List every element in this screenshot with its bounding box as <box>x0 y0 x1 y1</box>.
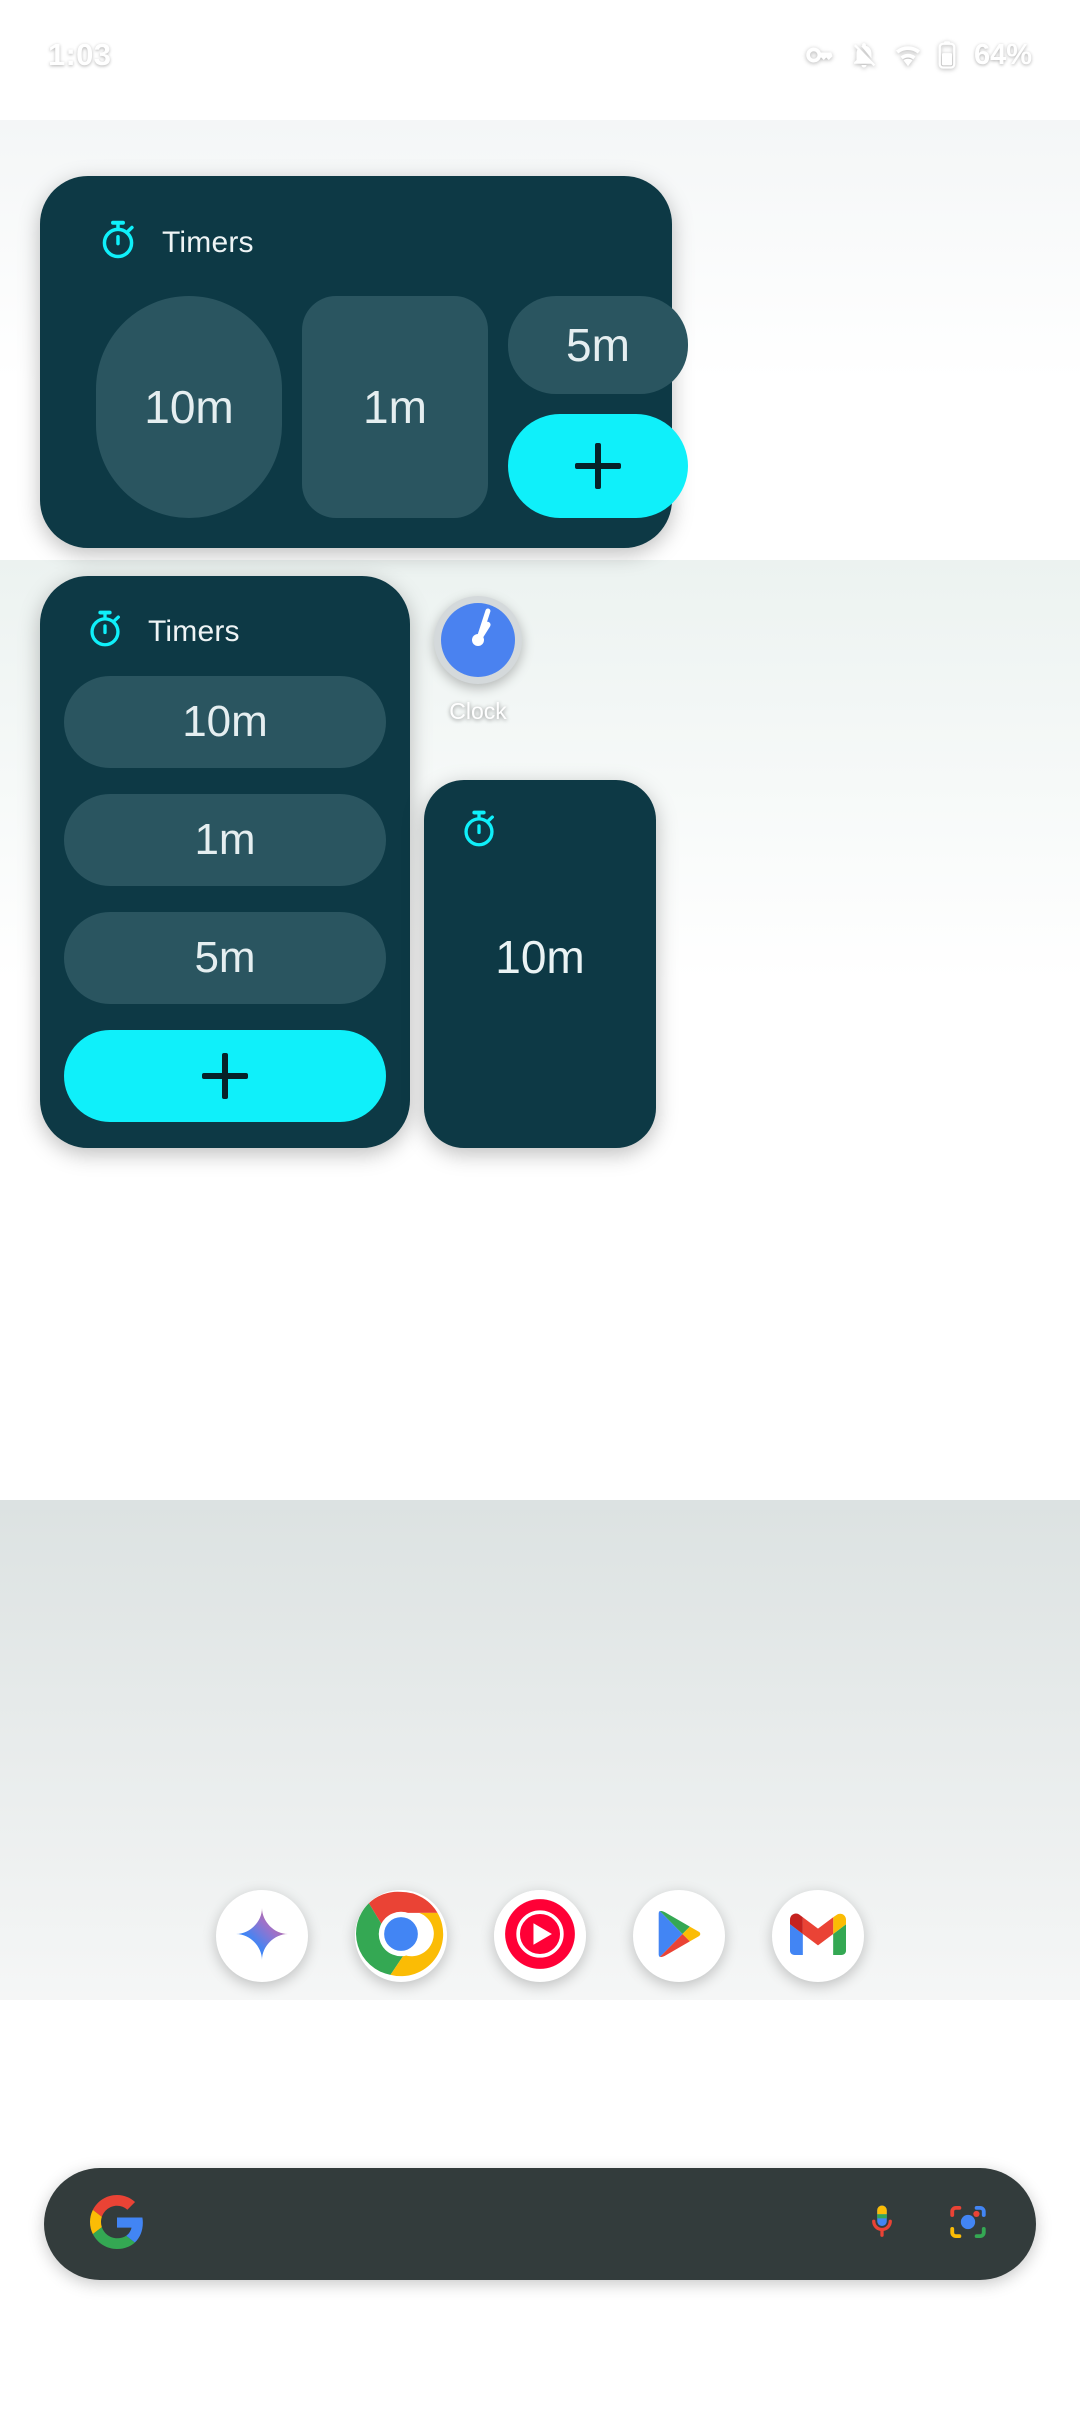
dock-app-gemini[interactable] <box>216 1890 308 1982</box>
youtube-music-icon <box>494 1890 586 1982</box>
battery-percentage: 64% <box>973 38 1032 71</box>
add-timer-button[interactable] <box>64 1030 386 1122</box>
dock-app-youtube-music[interactable] <box>494 1890 586 1982</box>
stopwatch-icon <box>96 218 140 267</box>
timer-preset-button[interactable]: 1m <box>302 296 488 518</box>
timer-preset-button[interactable]: 10m <box>64 676 386 768</box>
clock-widget-label: Clock <box>449 698 507 724</box>
stopwatch-icon <box>84 608 126 655</box>
timer-preset-button[interactable]: 5m <box>64 912 386 1004</box>
timers-widget-list[interactable]: Timers 10m 1m 5m <box>40 576 410 1148</box>
timer-preset-button[interactable]: 5m <box>508 296 688 394</box>
add-timer-button[interactable] <box>508 414 688 518</box>
microphone-icon[interactable] <box>860 2200 904 2249</box>
dock-app-chrome[interactable] <box>355 1890 447 1982</box>
gemini-sparkle-icon <box>232 1904 292 1969</box>
google-g-icon <box>90 2194 144 2254</box>
clock-center-pivot <box>472 634 484 646</box>
analog-clock-icon <box>434 596 522 684</box>
vpn-key-icon <box>805 40 835 70</box>
timers-widget-list-body: 10m 1m 5m <box>64 676 386 1148</box>
dock-app-gmail[interactable] <box>772 1890 864 1982</box>
gesture-nav-handle[interactable] <box>390 2390 690 2398</box>
plus-icon <box>202 1053 248 1099</box>
stopwatch-icon <box>458 808 500 855</box>
timers-widget-list-header: Timers <box>84 608 240 655</box>
notifications-muted-icon <box>849 40 879 70</box>
plus-icon <box>575 443 621 489</box>
google-lens-icon[interactable] <box>946 2200 990 2249</box>
chrome-icon <box>355 1890 447 1982</box>
timers-widget-grid-header: Timers <box>96 218 254 267</box>
timers-widget-list-title: Timers <box>148 614 240 648</box>
timer-preset-button[interactable]: 1m <box>64 794 386 886</box>
gmail-icon <box>790 1912 846 1961</box>
play-store-icon <box>651 1906 707 1967</box>
timer-preset-button[interactable]: 10m <box>96 296 282 518</box>
battery-icon <box>937 40 957 70</box>
timers-widget-grid[interactable]: Timers 10m 1m 5m <box>40 176 688 548</box>
google-search-bar[interactable] <box>44 2168 1036 2280</box>
timer-preset-button[interactable]: 10m <box>424 930 656 984</box>
timers-widget-compact[interactable]: 10m <box>424 780 656 1148</box>
dock-app-play-store[interactable] <box>633 1890 725 1982</box>
status-bar: 1:03 64% <box>0 0 1080 110</box>
wifi-icon <box>893 40 923 70</box>
timers-widget-grid-title: Timers <box>162 225 254 259</box>
timers-widget-grid-body: 10m 1m 5m <box>96 296 688 518</box>
dock <box>0 1890 1080 1982</box>
status-bar-clock: 1:03 <box>48 37 112 72</box>
status-bar-icons: 64% <box>805 39 1032 72</box>
search-actions <box>860 2200 990 2249</box>
clock-widget[interactable]: Clock <box>434 596 522 725</box>
